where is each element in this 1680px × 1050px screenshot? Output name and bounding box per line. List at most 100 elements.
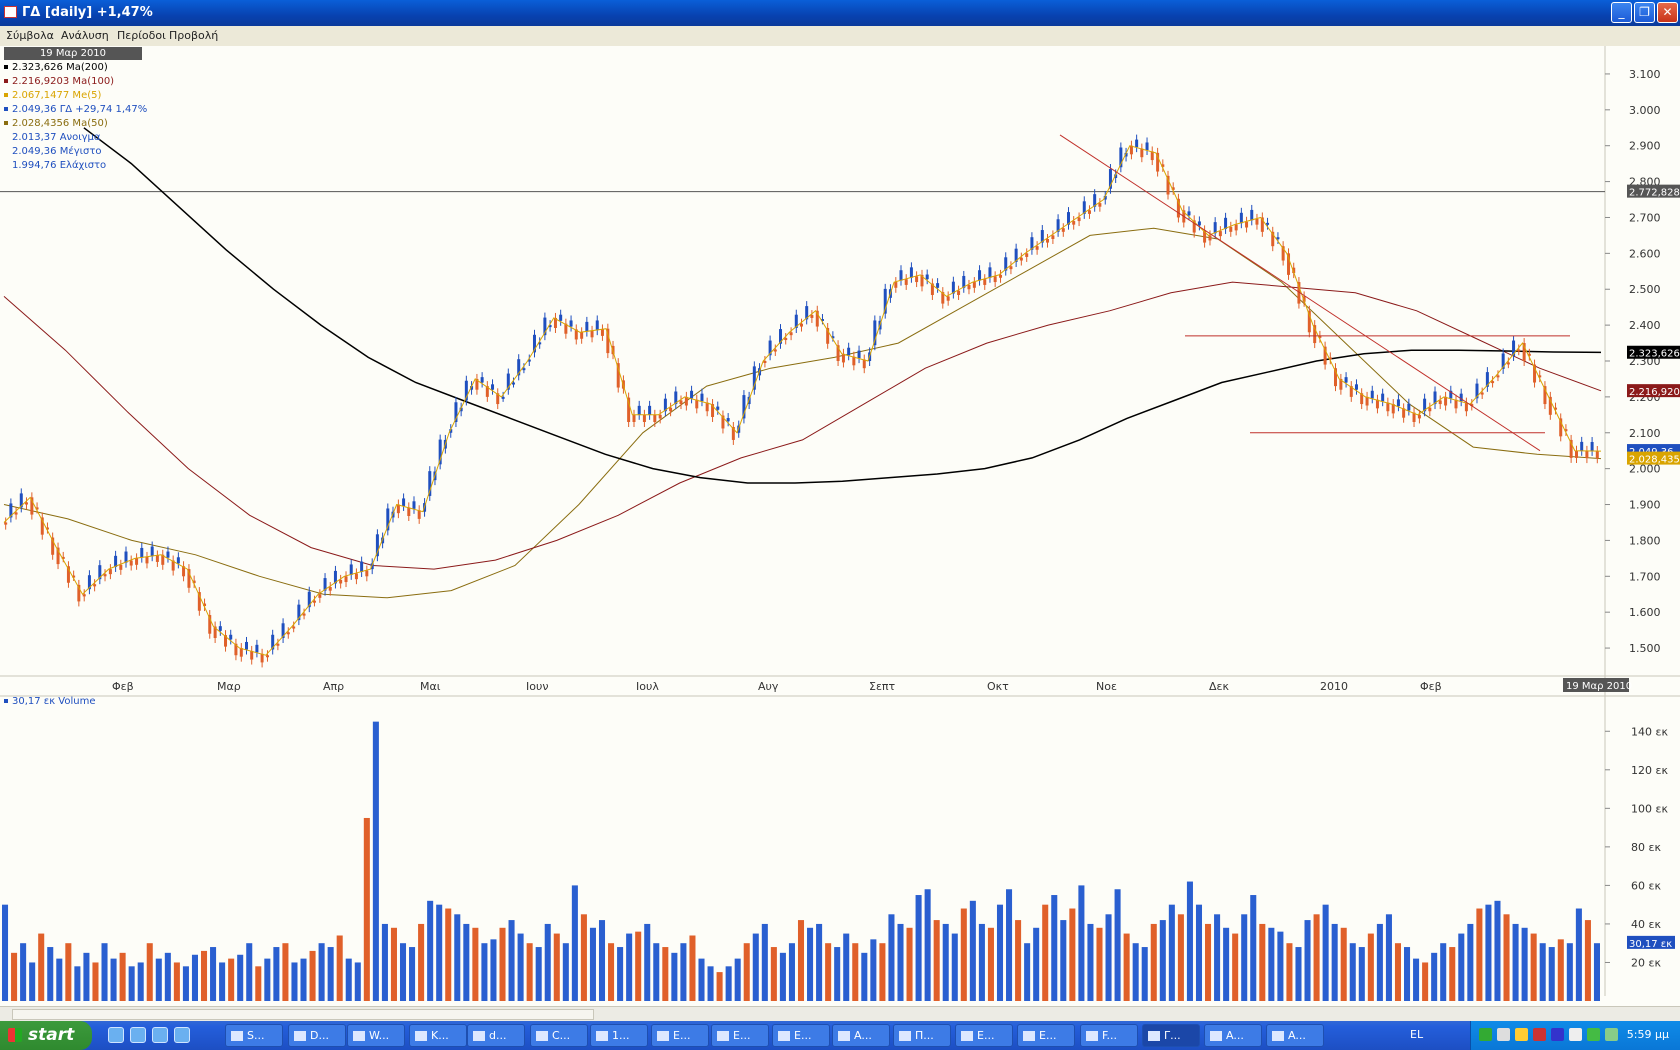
candle-body [1072,221,1076,225]
taskbar-button[interactable]: E... [711,1024,769,1047]
candle-body [1213,222,1217,234]
start-button[interactable]: start [0,1021,92,1050]
volume-bar [1205,923,1212,1001]
candle-body [255,644,259,653]
volume-bar [300,958,307,1001]
chart-area[interactable]: 1.500 1.600 1.700 1.800 1.900 2.000 2.100 2.200… [0,46,1680,1006]
menu-symbols[interactable]: Σύμβολα [6,29,54,42]
tray-icon-6[interactable] [1569,1028,1582,1041]
time-tick-label: Δεκ [1209,680,1229,693]
window-icon [231,1031,243,1041]
taskbar-button[interactable]: E... [772,1024,830,1047]
tray-icon-4[interactable] [1533,1028,1546,1041]
taskbar-button-label: W... [369,1029,390,1042]
volume-bar [1367,933,1374,1001]
volume-bar [1241,914,1248,1001]
taskbar-button[interactable]: E... [1017,1024,1075,1047]
horizontal-scrollbar[interactable] [0,1006,1680,1021]
taskbar-button[interactable]: C... [530,1024,588,1047]
volume-bar [101,943,108,1001]
taskbar-button[interactable]: A... [1266,1024,1324,1047]
candle-body [690,390,694,399]
candle-body [1580,441,1584,451]
volume-bar [327,947,334,1001]
volume-bar [1159,920,1166,1001]
volume-bar [237,954,244,1001]
tray-icon-8[interactable] [1605,1028,1618,1041]
volume-bar [1132,943,1139,1001]
taskbar-button-label: E... [977,1029,995,1042]
candle-body [847,347,851,356]
volume-bar [888,914,895,1001]
window-icon [838,1031,850,1041]
taskbar-button[interactable]: A... [1204,1024,1262,1047]
volume-bar [173,962,180,1001]
menu-periods[interactable]: Περίοδοι [117,29,166,42]
tray-icon-7[interactable] [1587,1028,1600,1041]
candle-body [480,377,484,383]
tray-icon-1[interactable] [1479,1028,1492,1041]
candle-body [229,634,233,640]
candle-body [1150,151,1154,161]
taskbar-button[interactable]: S... [225,1024,283,1047]
candle-body [857,350,861,359]
volume-bar [671,952,678,1001]
taskbar-button[interactable]: A... [832,1024,890,1047]
close-button[interactable]: ✕ [1657,2,1678,23]
volume-tick-label: 20 εκ [1631,956,1661,969]
volume-bar [716,972,723,1001]
taskbar-button[interactable]: Π... [893,1024,951,1047]
taskbar-button[interactable]: D... [288,1024,346,1047]
taskbar-button[interactable]: F... [1080,1024,1138,1047]
volume-bar [987,927,994,1001]
candle-body [1145,142,1149,151]
volume-bar [1286,943,1293,1001]
desktop-icon[interactable] [174,1027,190,1043]
windows-flag-icon [8,1028,22,1042]
taskbar-button[interactable]: K... [409,1024,467,1047]
taskbar-button[interactable]: Γ... [1142,1024,1200,1047]
volume-bar [960,908,967,1001]
volume-bar [797,920,805,1001]
candle-body [1129,145,1133,155]
volume-bar [1033,927,1040,1001]
candle-body [491,384,495,390]
ie-icon-2[interactable] [130,1027,146,1043]
media-icon[interactable] [152,1027,168,1043]
tray-icon-2[interactable] [1497,1028,1510,1041]
taskbar-button[interactable]: W... [347,1024,405,1047]
candle-body [135,558,139,565]
volume-bar [1304,920,1311,1001]
menu-analysis[interactable]: Ανάλυση [61,29,109,42]
candle-body [354,573,358,580]
volume-bar [1467,923,1474,1001]
language-indicator[interactable]: EL [1410,1028,1423,1041]
volume-bar [255,966,262,1001]
candle-body [999,274,1003,278]
taskbar-button[interactable]: E... [651,1024,709,1047]
candle-body [522,368,526,371]
minimize-button[interactable]: _ [1611,2,1632,23]
window-icon [717,1031,729,1041]
candle-body [1077,217,1081,222]
volume-bar [1150,923,1157,1001]
volume-bar [372,721,379,1001]
ie-icon[interactable] [108,1027,124,1043]
taskbar-button[interactable]: 1... [590,1024,648,1047]
menu-view[interactable]: Προβολή [169,29,218,42]
system-tray: 5:59 μμ [1470,1021,1680,1050]
volume-bar [228,958,235,1001]
legend-swatch [4,65,8,69]
price-volume-chart[interactable]: 1.5001.6001.7001.8001.9002.0002.1002.200… [0,46,1680,1006]
taskbar-button[interactable]: d... [467,1024,525,1047]
window-icon [1086,1031,1098,1041]
restore-button[interactable]: ❐ [1634,2,1655,23]
volume-bar [481,943,488,1001]
tray-icon-3[interactable] [1515,1028,1528,1041]
candle-body [716,406,720,410]
tray-icon-5[interactable] [1551,1028,1564,1041]
scrollbar-thumb[interactable] [12,1009,594,1020]
price-marker-label: 2.216,920 [1629,387,1680,398]
legend-text: 2.049,36 Μέγιστο [12,146,102,157]
taskbar-button[interactable]: E... [955,1024,1013,1047]
